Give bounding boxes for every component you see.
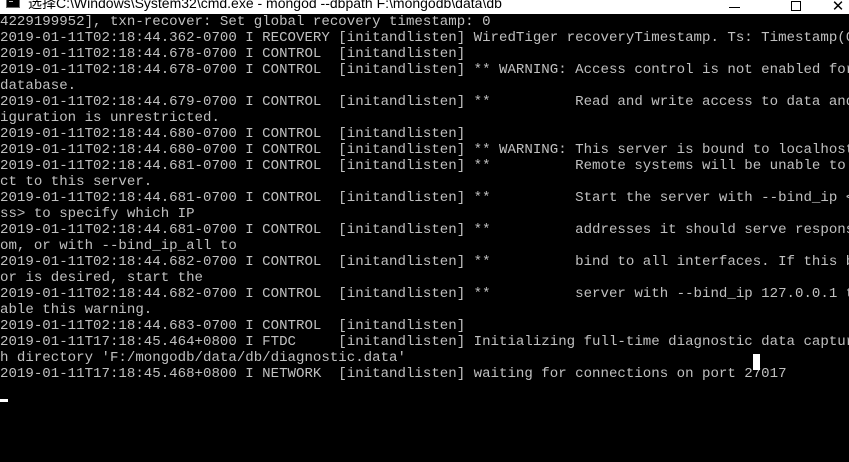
cmd-app-icon[interactable] bbox=[6, 0, 20, 8]
console-line: 2019-01-11T02:18:44.681-0700 I CONTROL [… bbox=[0, 158, 849, 174]
console-line: 2019-01-11T17:18:45.468+0800 I NETWORK [… bbox=[0, 366, 787, 382]
console-line: 2019-01-11T02:18:44.680-0700 I CONTROL [… bbox=[0, 126, 466, 142]
console-line: 2019-01-11T02:18:44.681-0700 I CONTROL [… bbox=[0, 190, 849, 206]
console-line: om, or with --bind_ip_all to bbox=[0, 238, 237, 254]
console-line: 2019-01-11T02:18:44.680-0700 I CONTROL [… bbox=[0, 142, 849, 158]
selection-block bbox=[753, 354, 760, 370]
console-line: 2019-01-11T02:18:44.678-0700 I CONTROL [… bbox=[0, 46, 466, 62]
console-line: 2019-01-11T02:18:44.362-0700 I RECOVERY … bbox=[0, 30, 849, 46]
console-line: 2019-01-11T02:18:44.679-0700 I CONTROL [… bbox=[0, 94, 849, 110]
maximize-button[interactable] bbox=[773, 0, 819, 14]
console-line: ss> to specify which IP bbox=[0, 206, 195, 222]
close-button[interactable]: ✕ bbox=[815, 0, 849, 14]
console-line: 2019-01-11T02:18:44.683-0700 I CONTROL [… bbox=[0, 318, 466, 334]
console-line: database. bbox=[0, 78, 77, 94]
console-line: 4229199952], txn-recover: Set global rec… bbox=[0, 14, 491, 30]
text-cursor bbox=[0, 399, 8, 402]
console-line: 2019-01-11T02:18:44.678-0700 I CONTROL [… bbox=[0, 62, 849, 78]
console-line: ct to this server. bbox=[0, 174, 153, 190]
console-output[interactable]: 4229199952], txn-recover: Set global rec… bbox=[0, 14, 849, 462]
console-line: able this warning. bbox=[0, 302, 153, 318]
window-titlebar[interactable]: 选择C:\Windows\System32\cmd.exe - mongod -… bbox=[0, 0, 849, 14]
console-line: or is desired, start the bbox=[0, 270, 203, 286]
console-line: h directory 'F:/mongodb/data/db/diagnost… bbox=[0, 350, 406, 366]
console-line: iguration is unrestricted. bbox=[0, 110, 220, 126]
close-icon: ✕ bbox=[831, 0, 845, 14]
console-line: 2019-01-11T02:18:44.682-0700 I CONTROL [… bbox=[0, 254, 849, 270]
console-line: 2019-01-11T17:18:45.464+0800 I FTDC [ini… bbox=[0, 334, 849, 350]
console-line: 2019-01-11T02:18:44.681-0700 I CONTROL [… bbox=[0, 222, 849, 238]
console-line: 2019-01-11T02:18:44.682-0700 I CONTROL [… bbox=[0, 286, 849, 302]
window-title: 选择C:\Windows\System32\cmd.exe - mongod -… bbox=[28, 0, 502, 11]
minimize-button[interactable] bbox=[711, 0, 757, 14]
